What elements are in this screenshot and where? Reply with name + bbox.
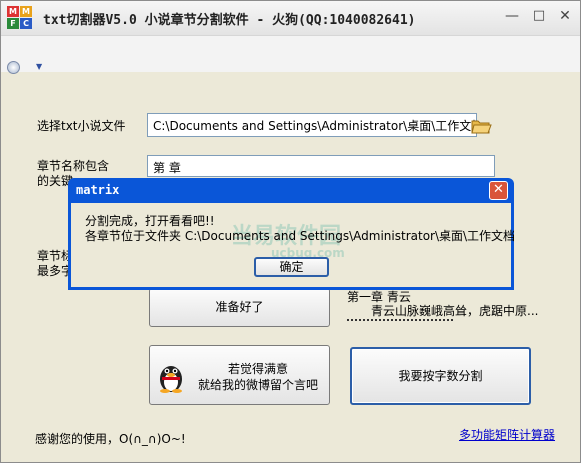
- dialog-body: 当易软件园 ucbug.com 分割完成，打开看看吧!! 各章节位于文件夹 C:…: [71, 203, 515, 287]
- thanks-text: 感谢您的使用，O(∩_∩)O~!: [35, 432, 186, 446]
- main-window: M M F C txt切割器V5.0 小说章节分割软件 - 火狗(QQ:1040…: [0, 0, 581, 463]
- toolbar-dropdown-icon[interactable]: ▼: [36, 62, 42, 71]
- dialog-close-button[interactable]: ✕: [489, 181, 508, 200]
- preview-text: 青云山脉巍峨高耸，虎踞中原...: [371, 304, 539, 318]
- split-by-word-count-button[interactable]: 我要按字数分割: [350, 347, 531, 405]
- file-path-input[interactable]: C:\Documents and Settings\Administrator\…: [147, 113, 477, 137]
- title-bar: M M F C txt切割器V5.0 小说章节分割软件 - 火狗(QQ:1040…: [1, 1, 580, 36]
- dialog-message-line-2: 各章节位于文件夹 C:\Documents and Settings\Admin…: [85, 229, 516, 243]
- toolbar: ▼: [1, 36, 580, 74]
- ok-button[interactable]: 确定: [254, 257, 329, 277]
- chapter-keyword-input[interactable]: 第 章: [147, 155, 495, 177]
- feedback-line-2: 就给我的微博留个言吧: [197, 378, 318, 392]
- minimize-button[interactable]: —: [501, 5, 523, 27]
- window-title: txt切割器V5.0 小说章节分割软件 - 火狗(QQ:1040082641): [43, 13, 416, 28]
- qq-penguin-icon: [156, 360, 186, 394]
- dialog-title: matrix: [76, 183, 120, 197]
- app-icon: M M F C: [7, 6, 33, 30]
- ready-button[interactable]: 准备好了: [149, 288, 330, 327]
- file-label: 选择txt小说文件: [37, 119, 126, 133]
- preview-dots: [347, 319, 453, 321]
- maximize-button[interactable]: □: [528, 5, 550, 27]
- feedback-button[interactable]: 若觉得满意 就给我的微博留个言吧: [149, 345, 330, 405]
- open-folder-icon[interactable]: [469, 114, 493, 136]
- matrix-calculator-link[interactable]: 多功能矩阵计算器: [459, 426, 555, 443]
- window-close-button[interactable]: ✕: [554, 5, 576, 27]
- feedback-line-1: 若觉得满意: [227, 362, 288, 376]
- message-dialog: matrix ✕ 当易软件园 ucbug.com 分割完成，打开看看吧!! 各章…: [68, 178, 515, 290]
- toolbar-globe-icon[interactable]: [7, 61, 20, 74]
